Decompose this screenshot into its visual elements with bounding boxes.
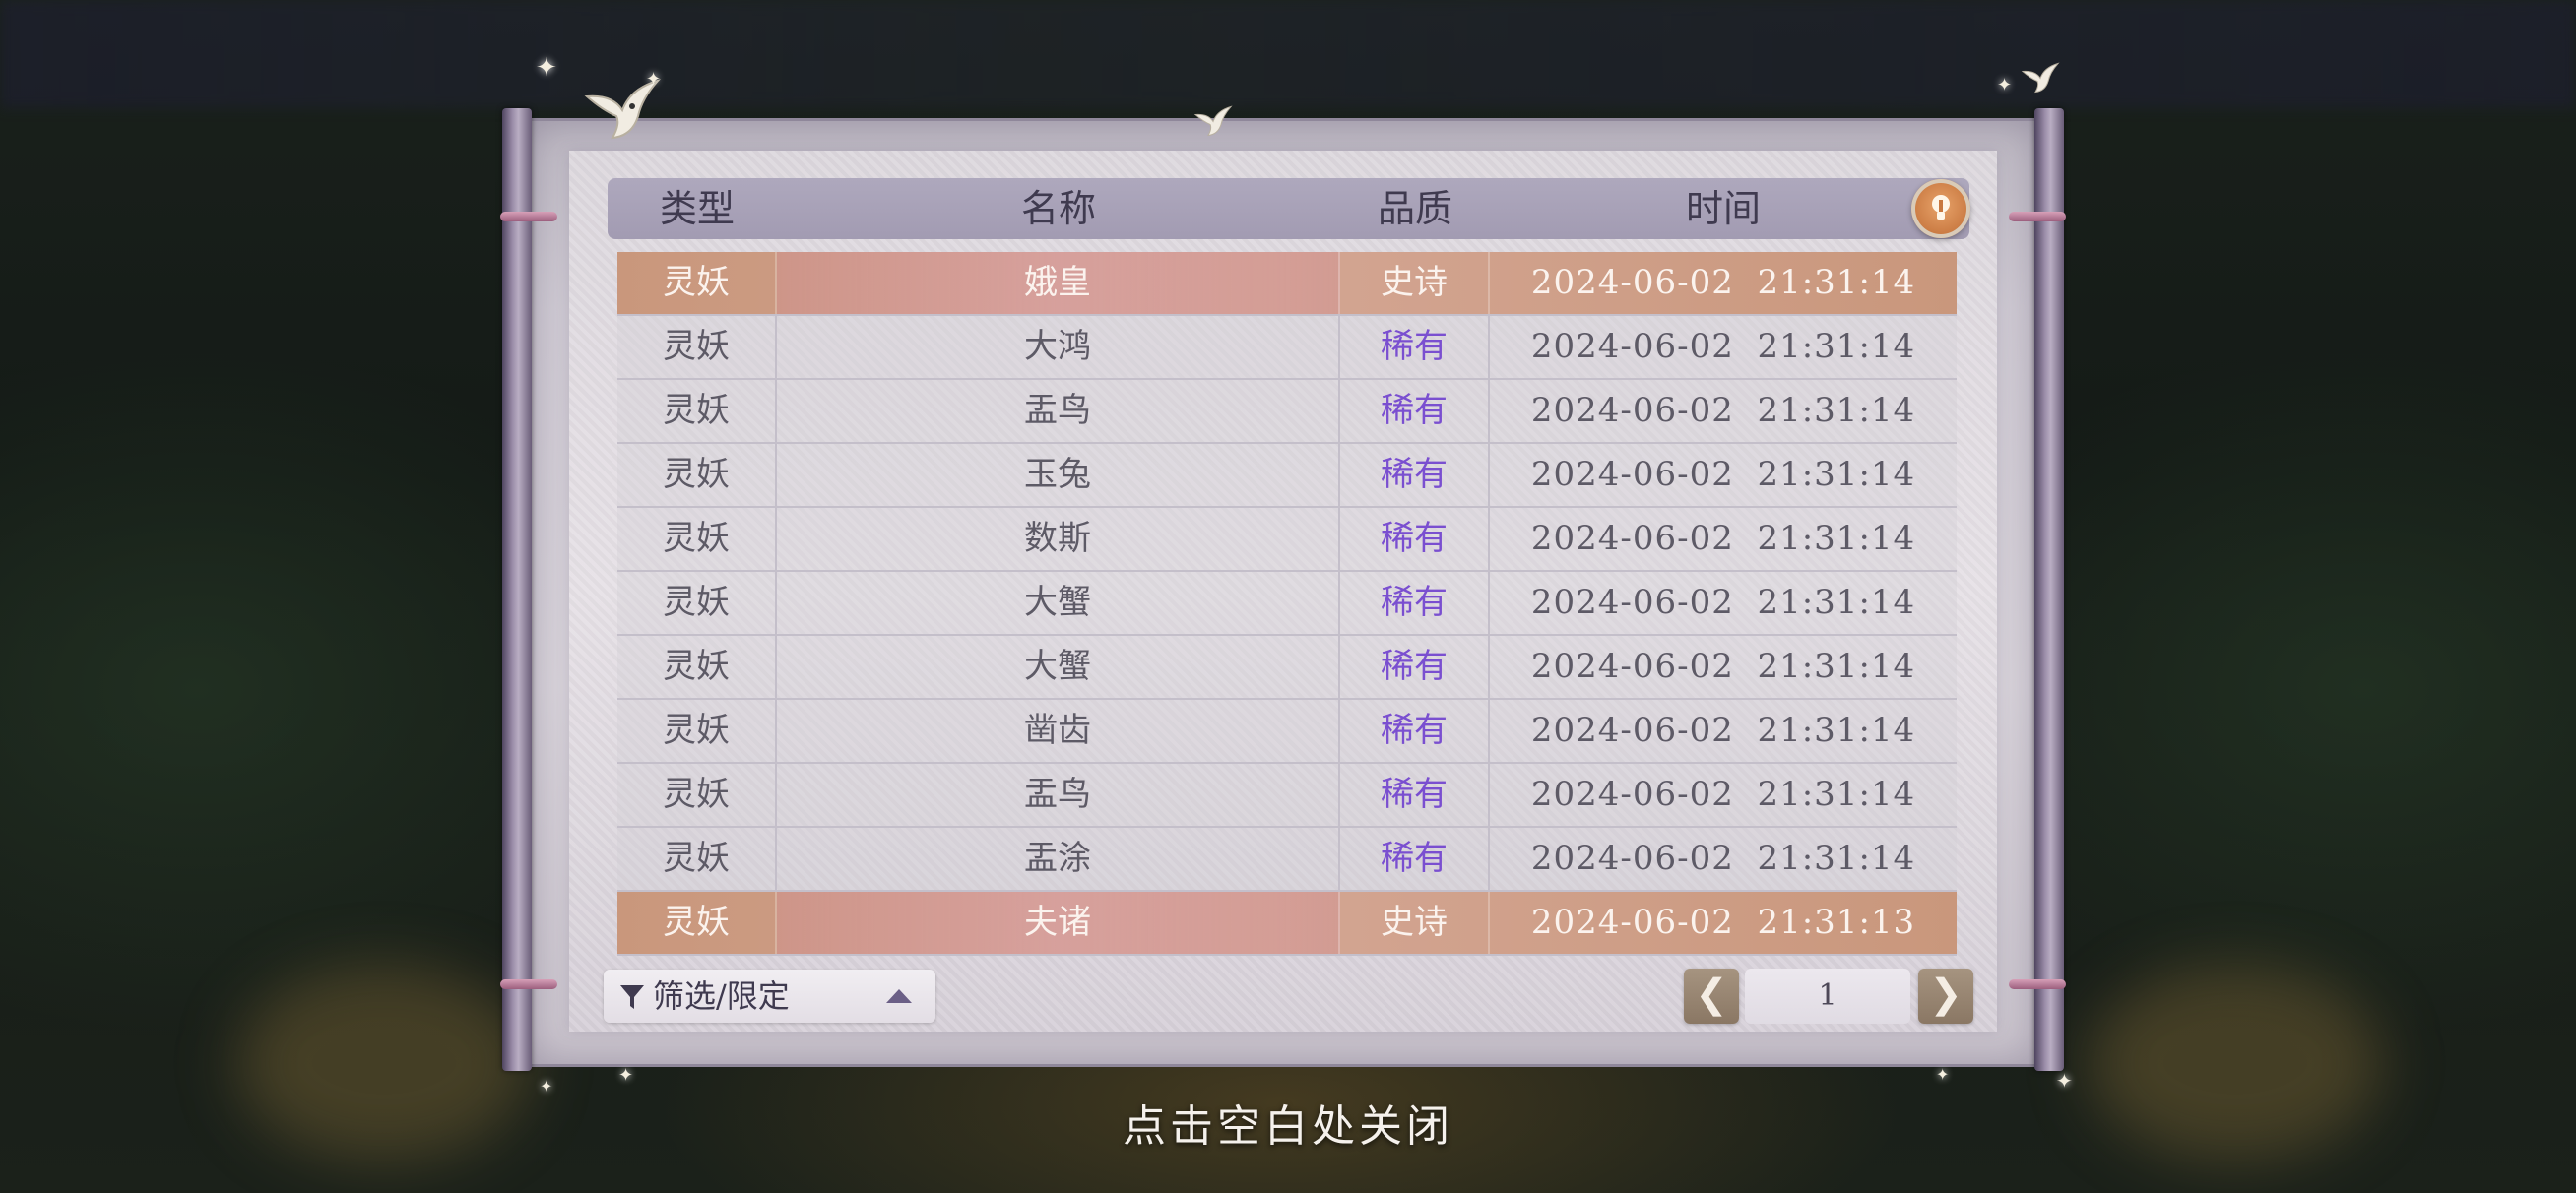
cell-name: 盂鸟 (777, 764, 1340, 826)
cell-type: 灵妖 (617, 700, 777, 762)
header-type: 类型 (659, 187, 735, 230)
cell-quality: 稀有 (1340, 828, 1490, 890)
sparkle-icon: ✦ (536, 53, 557, 83)
cell-type: 灵妖 (617, 636, 777, 698)
scroll-rod-right (2034, 108, 2064, 1071)
filter-dropdown-button[interactable]: 筛选/限定 (604, 970, 935, 1023)
cell-type: 灵妖 (617, 380, 777, 442)
cell-type: 灵妖 (617, 316, 777, 378)
cell-type: 灵妖 (617, 252, 777, 314)
swallow-icon (2021, 62, 2060, 94)
cell-name: 大鸿 (777, 316, 1340, 378)
cell-time: 2024-06-02 21:31:14 (1530, 775, 1916, 814)
scroll-peg (2009, 212, 2066, 221)
table-row: 灵妖 凿齿 稀有 2024-06-02 21:31:14 (617, 700, 1957, 764)
cell-name: 夫诸 (777, 892, 1340, 954)
table-row: 灵妖 玉兔 稀有 2024-06-02 21:31:14 (617, 444, 1957, 508)
cell-quality: 稀有 (1340, 764, 1490, 826)
cell-name: 凿齿 (777, 700, 1340, 762)
scroll-peg (2009, 979, 2066, 989)
table-row: 灵妖 数斯 稀有 2024-06-02 21:31:14 (617, 508, 1957, 572)
cell-name: 玉兔 (777, 444, 1340, 506)
filter-label: 筛选/限定 (653, 977, 790, 1015)
header-time: 时间 (1685, 187, 1761, 230)
table-row: 灵妖 盂鸟 稀有 2024-06-02 21:31:14 (617, 764, 1957, 828)
scroll-peg (500, 979, 557, 989)
close-hint-text[interactable]: 点击空白处关闭 (0, 1091, 2576, 1154)
sparkle-icon: ✦ (618, 1065, 634, 1086)
cell-quality: 史诗 (1340, 892, 1490, 954)
cell-time: 2024-06-02 21:31:14 (1530, 455, 1916, 494)
triangle-up-icon (886, 989, 912, 1003)
sparkle-icon: ✦ (1997, 75, 2013, 95)
cell-time: 2024-06-02 21:31:14 (1530, 391, 1916, 430)
table-row: 灵妖 盂涂 稀有 2024-06-02 21:31:14 (617, 828, 1957, 892)
cell-quality: 稀有 (1340, 316, 1490, 378)
background-top-bar (0, 0, 2576, 108)
table-row: 灵妖 大鸿 稀有 2024-06-02 21:31:14 (617, 316, 1957, 380)
table-row: 灵妖 夫诸 史诗 2024-06-02 21:31:13 (617, 892, 1957, 956)
cell-quality: 史诗 (1340, 252, 1490, 314)
sparkle-icon: ✦ (1936, 1065, 1950, 1084)
cell-time: 2024-06-02 21:31:14 (1530, 327, 1916, 366)
header-quality: 品质 (1377, 187, 1452, 230)
cell-type: 灵妖 (617, 892, 777, 954)
cell-quality: 稀有 (1340, 700, 1490, 762)
record-table: 灵妖 娥皇 史诗 2024-06-02 21:31:14 灵妖 大鸿 稀有 2024-06-0… (617, 252, 1957, 956)
cell-quality: 稀有 (1340, 380, 1490, 442)
cell-type: 灵妖 (617, 444, 777, 506)
table-header: 类型 名称 品质 时间 (608, 178, 1969, 239)
cell-name: 盂涂 (777, 828, 1340, 890)
table-row: 灵妖 大蟹 稀有 2024-06-02 21:31:14 (617, 636, 1957, 700)
cell-name: 数斯 (777, 508, 1340, 570)
prev-page-button[interactable]: ❮ (1684, 969, 1739, 1024)
cell-quality: 稀有 (1340, 636, 1490, 698)
cell-quality: 稀有 (1340, 444, 1490, 506)
swallow-icon (1193, 105, 1233, 137)
lightbulb-icon (1932, 195, 1950, 220)
cell-name: 大蟹 (777, 636, 1340, 698)
header-name: 名称 (1020, 187, 1096, 230)
cell-time: 2024-06-02 21:31:14 (1530, 839, 1916, 878)
cell-time: 2024-06-02 21:31:14 (1530, 711, 1916, 750)
cell-name: 盂鸟 (777, 380, 1340, 442)
cell-quality: 稀有 (1340, 572, 1490, 634)
cell-name: 娥皇 (777, 252, 1340, 314)
scroll-peg (500, 212, 557, 221)
cell-type: 灵妖 (617, 572, 777, 634)
sparkle-icon: ✦ (2056, 1069, 2073, 1093)
cell-time: 2024-06-02 21:31:14 (1530, 519, 1916, 558)
cell-type: 灵妖 (617, 508, 777, 570)
scroll-rod-left (502, 108, 532, 1071)
funnel-icon (620, 985, 644, 1009)
table-row: 灵妖 大蟹 稀有 2024-06-02 21:31:14 (617, 572, 1957, 636)
cell-type: 灵妖 (617, 764, 777, 826)
cell-time: 2024-06-02 21:31:14 (1530, 583, 1916, 622)
table-row: 灵妖 娥皇 史诗 2024-06-02 21:31:14 (617, 252, 1957, 316)
next-page-button[interactable]: ❯ (1918, 969, 1973, 1024)
cell-name: 大蟹 (777, 572, 1340, 634)
cell-type: 灵妖 (617, 828, 777, 890)
sparkle-icon: ✦ (646, 69, 662, 90)
table-row: 灵妖 盂鸟 稀有 2024-06-02 21:31:14 (617, 380, 1957, 444)
cell-time: 2024-06-02 21:31:14 (1530, 263, 1916, 302)
cell-time: 2024-06-02 21:31:14 (1530, 647, 1916, 686)
page-number: 1 (1745, 969, 1910, 1024)
cell-quality: 稀有 (1340, 508, 1490, 570)
cell-time: 2024-06-02 21:31:13 (1530, 903, 1916, 942)
info-hint-button[interactable] (1911, 179, 1970, 238)
